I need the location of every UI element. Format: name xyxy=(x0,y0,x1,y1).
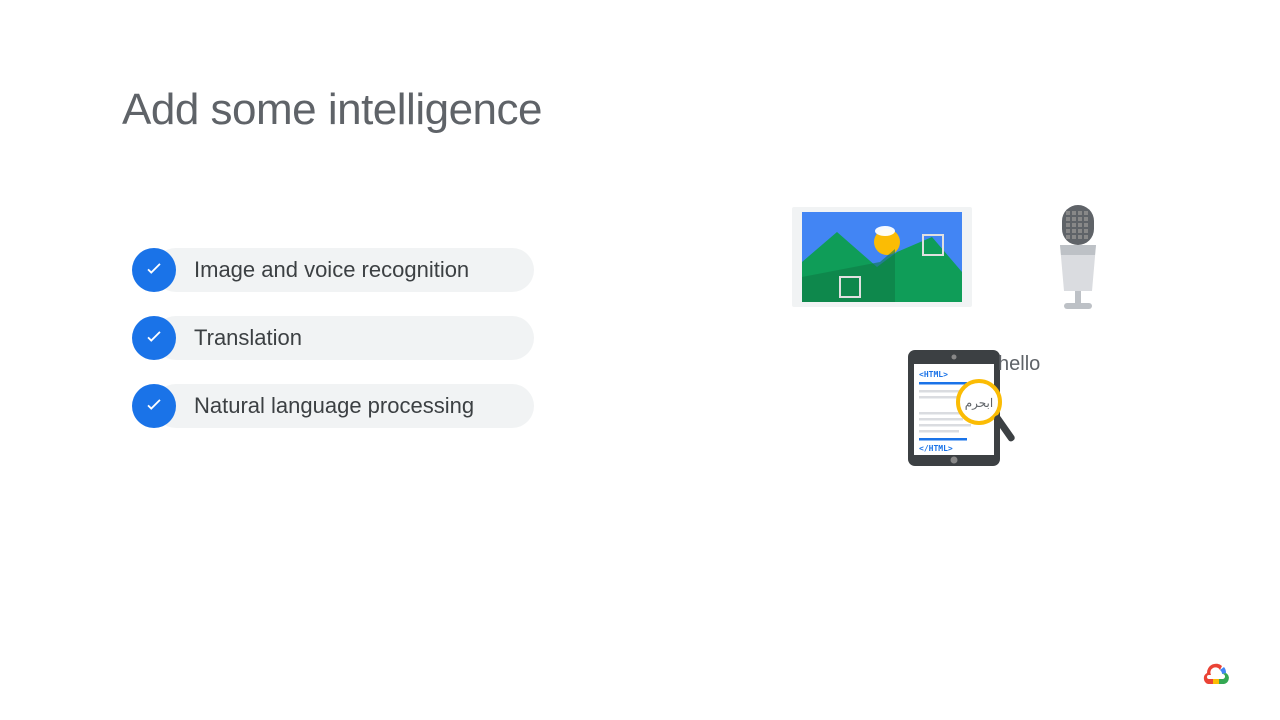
check-icon xyxy=(132,384,176,428)
bullet-label: Natural language processing xyxy=(194,393,474,419)
slide-title: Add some intelligence xyxy=(122,85,542,135)
list-item: Translation xyxy=(132,316,534,360)
landscape-photo-icon xyxy=(792,207,972,312)
list-item: Natural language processing xyxy=(132,384,534,428)
google-cloud-logo-icon xyxy=(1200,656,1232,688)
check-icon xyxy=(132,248,176,292)
microphone-icon xyxy=(1050,203,1106,316)
svg-text:<HTML>: <HTML> xyxy=(919,370,948,379)
svg-text:</HTML>: </HTML> xyxy=(919,444,953,453)
bullet-label: Image and voice recognition xyxy=(194,257,469,283)
bullet-list: Image and voice recognition Translation … xyxy=(132,248,534,452)
bullet-label: Translation xyxy=(194,325,302,351)
check-icon xyxy=(132,316,176,360)
svg-text:ابحرم: ابحرم xyxy=(965,396,993,410)
list-item: Image and voice recognition xyxy=(132,248,534,292)
hello-label: hello xyxy=(998,353,1040,376)
